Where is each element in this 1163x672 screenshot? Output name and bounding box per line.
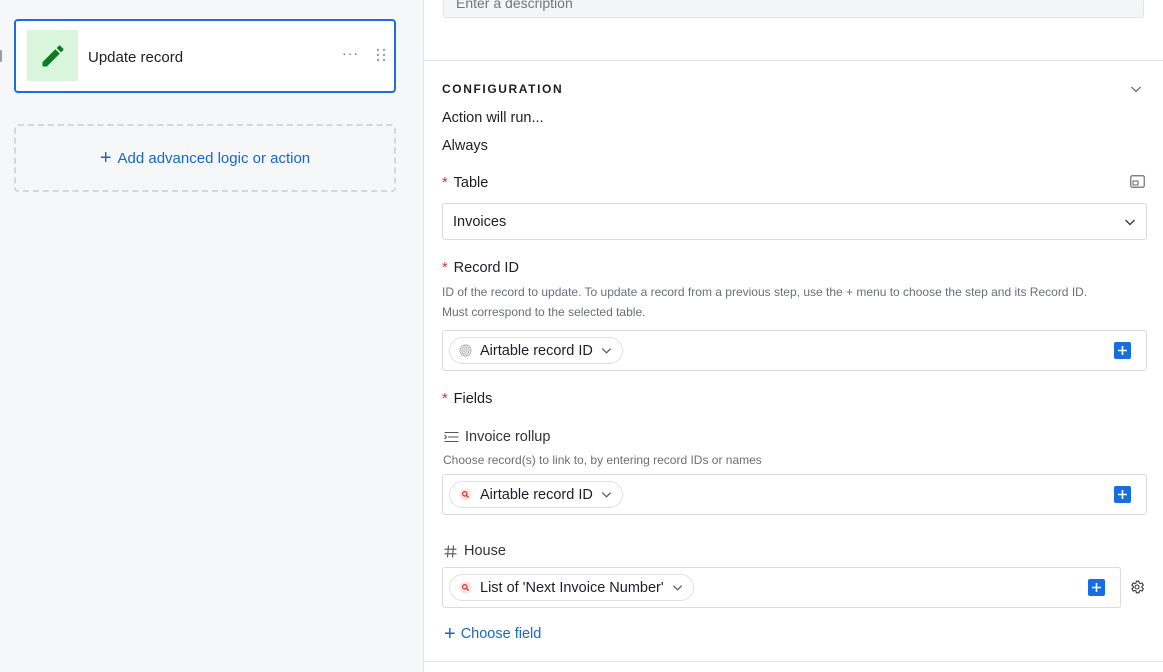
invoice-rollup-help: Choose record(s) to link to, by entering… <box>443 453 762 467</box>
required-mark: * <box>442 391 448 407</box>
step-card-update-record[interactable]: Update record ··· <box>14 19 396 93</box>
chevron-down-icon <box>672 582 683 593</box>
linked-record-field-icon <box>444 431 459 443</box>
plus-icon: + <box>99 147 112 169</box>
add-advanced-logic-button[interactable]: + Add advanced logic or action <box>14 124 396 192</box>
house-label: House <box>444 543 506 559</box>
insert-token-button[interactable] <box>1114 486 1131 503</box>
token-label: Airtable record ID <box>480 342 593 359</box>
house-token[interactable]: List of 'Next Invoice Number' <box>449 574 694 601</box>
right-panel: CONFIGURATION Action will run... Always … <box>424 0 1163 672</box>
insert-token-button[interactable] <box>1088 579 1105 596</box>
add-logic-label: Add advanced logic or action <box>117 149 311 167</box>
invoice-rollup-label: Invoice rollup <box>444 429 550 445</box>
plus-icon: + <box>444 623 456 645</box>
chevron-down-icon <box>601 489 612 500</box>
record-id-help: ID of the record to update. To update a … <box>442 282 1087 322</box>
divider <box>424 60 1163 61</box>
table-label-text: Table <box>453 175 489 191</box>
connector-handle <box>0 50 2 62</box>
configuration-section-title: CONFIGURATION <box>442 82 564 96</box>
chevron-down-icon <box>1124 216 1136 232</box>
collapse-chevron-icon[interactable] <box>1130 82 1142 100</box>
number-field-icon <box>444 544 457 558</box>
drag-handle-icon[interactable] <box>376 48 386 67</box>
token-label: List of 'Next Invoice Number' <box>480 579 664 596</box>
record-id-label: * Record ID <box>442 260 519 276</box>
field-name: Invoice rollup <box>465 429 551 445</box>
choose-field-button[interactable]: + Choose field <box>444 624 541 644</box>
table-label: * Table <box>442 175 488 191</box>
record-id-help-line: Must correspond to the selected table. <box>442 305 646 319</box>
left-panel: Update record ··· + Add advanced logic o… <box>0 0 424 672</box>
field-name: House <box>464 543 506 559</box>
required-mark: * <box>442 175 448 191</box>
fingerprint-icon <box>458 344 472 358</box>
description-input[interactable] <box>443 0 1144 18</box>
record-id-label-text: Record ID <box>453 260 519 276</box>
insert-token-button[interactable] <box>1114 342 1131 359</box>
fields-label-text: Fields <box>453 391 493 407</box>
step-title: Update record <box>88 49 184 66</box>
record-id-token[interactable]: Airtable record ID <box>449 337 623 364</box>
divider <box>424 661 1163 662</box>
house-field[interactable]: List of 'Next Invoice Number' <box>442 567 1121 608</box>
fields-label: * Fields <box>442 391 492 407</box>
invoice-rollup-token[interactable]: Airtable record ID <box>449 481 623 508</box>
action-runs-value: Always <box>442 138 488 154</box>
table-select-value: Invoices <box>453 214 507 230</box>
open-table-icon[interactable] <box>1130 175 1145 193</box>
required-mark: * <box>442 260 448 276</box>
record-id-help-line: ID of the record to update. To update a … <box>442 285 1088 299</box>
gear-icon[interactable] <box>1129 579 1145 600</box>
action-runs-label: Action will run... <box>442 110 544 126</box>
chevron-down-icon <box>601 345 612 356</box>
choose-field-label: Choose field <box>460 626 542 642</box>
table-select[interactable]: Invoices <box>442 203 1147 240</box>
record-id-field[interactable]: Airtable record ID <box>442 330 1147 371</box>
search-icon <box>458 581 472 595</box>
token-label: Airtable record ID <box>480 486 593 503</box>
pencil-icon <box>27 30 78 81</box>
invoice-rollup-field[interactable]: Airtable record ID <box>442 474 1147 515</box>
search-icon <box>458 488 472 502</box>
more-options-icon[interactable]: ··· <box>342 45 359 61</box>
